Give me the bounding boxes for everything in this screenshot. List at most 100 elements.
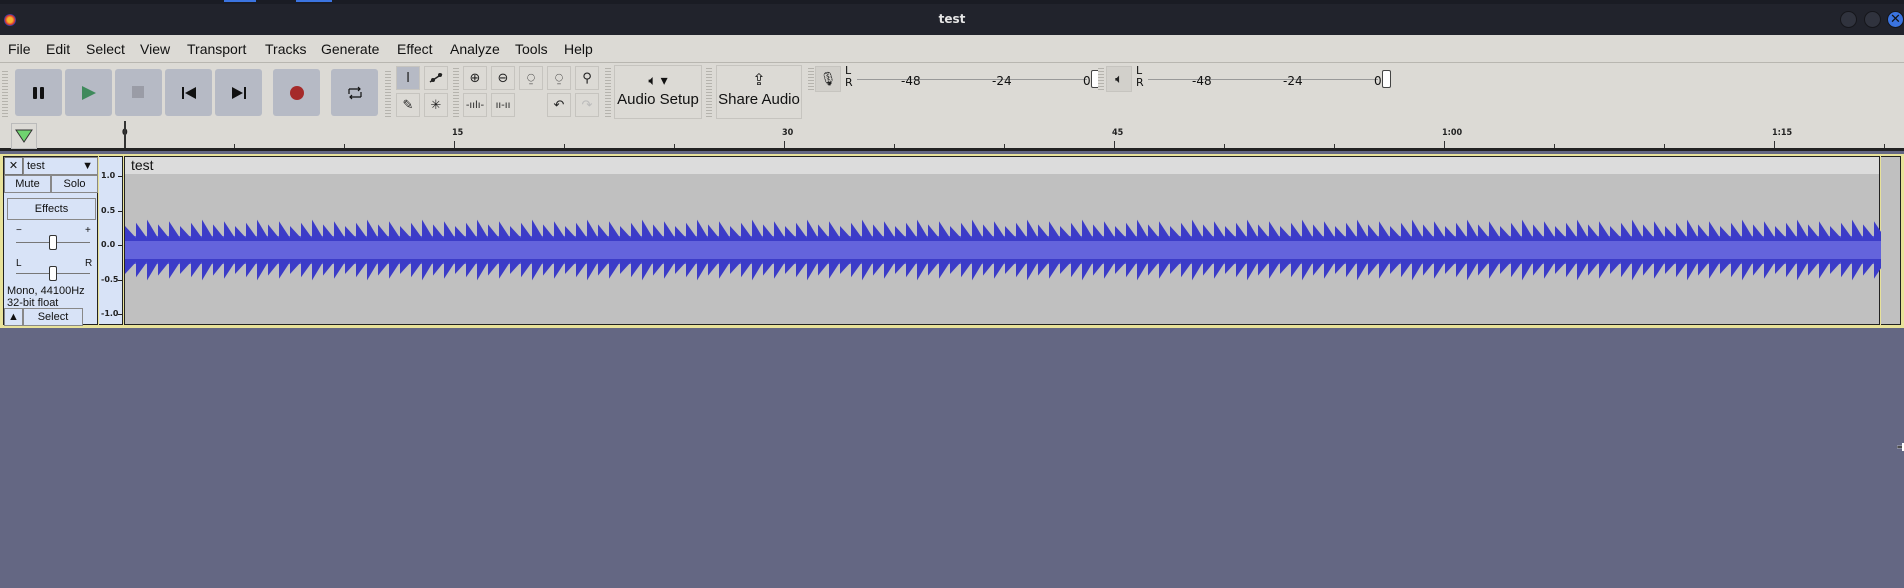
skip-start-icon bbox=[181, 86, 196, 99]
timeline-tick bbox=[454, 141, 455, 148]
redo-button[interactable]: ↷ bbox=[575, 93, 599, 117]
stop-icon bbox=[132, 86, 144, 98]
fit-selection-button[interactable]: ⍜ bbox=[519, 66, 543, 90]
loop-button[interactable] bbox=[331, 69, 378, 116]
timeline-tick bbox=[234, 144, 235, 148]
play-meter-button[interactable]: 🔈︎ bbox=[1106, 66, 1132, 92]
toolbar-grip[interactable] bbox=[453, 66, 459, 118]
solo-button[interactable]: Solo bbox=[51, 175, 98, 193]
vruler-tick bbox=[118, 314, 122, 315]
meter-channels: LR bbox=[1136, 64, 1144, 89]
skip-to-start-button[interactable] bbox=[165, 69, 212, 116]
clip-title-bar[interactable]: test bbox=[125, 157, 1879, 174]
meter-label: 0 bbox=[1374, 74, 1382, 88]
pause-button[interactable] bbox=[15, 69, 62, 116]
selection-tool[interactable]: I bbox=[396, 66, 420, 90]
timeline-tick bbox=[344, 144, 345, 148]
toolbar-grip[interactable] bbox=[2, 69, 8, 117]
zoom-out-button[interactable]: ⊖ bbox=[491, 66, 515, 90]
draw-tool[interactable]: ✎ bbox=[396, 93, 420, 117]
meter-label: 0 bbox=[1083, 74, 1091, 88]
zoom-toggle-icon: ⚲ bbox=[582, 70, 592, 86]
timeline-options-button[interactable] bbox=[11, 123, 37, 149]
timeline-label: 1:15 bbox=[1772, 128, 1793, 138]
trim-audio-button[interactable]: -ıılı- bbox=[463, 93, 487, 117]
menu-select[interactable]: Select bbox=[86, 41, 125, 57]
timeline-tick bbox=[1884, 144, 1885, 148]
timeline-tick bbox=[784, 141, 785, 148]
record-meter-button[interactable]: 🎙︎ bbox=[815, 66, 841, 92]
fit-project-button[interactable]: ⍜ bbox=[547, 66, 571, 90]
menu-effect[interactable]: Effect bbox=[397, 41, 433, 57]
gain-slider[interactable] bbox=[49, 235, 57, 250]
menu-edit[interactable]: Edit bbox=[46, 41, 70, 57]
timeline-tick bbox=[1114, 141, 1115, 148]
menu-file[interactable]: File bbox=[8, 41, 31, 57]
skip-end-icon bbox=[231, 86, 246, 99]
timeline-tick bbox=[1554, 144, 1555, 148]
timeline-tick bbox=[564, 144, 565, 148]
toolbar-grip[interactable] bbox=[706, 66, 712, 118]
mouse-cursor-icon bbox=[1897, 443, 1904, 451]
track-menu-button[interactable]: test ▼ bbox=[23, 157, 98, 175]
title-bar: test ✕ bbox=[0, 4, 1904, 35]
toolbar-grip[interactable] bbox=[605, 66, 611, 118]
pencil-icon: ✎ bbox=[402, 97, 414, 113]
record-button[interactable] bbox=[273, 69, 320, 116]
zoom-in-button[interactable]: ⊕ bbox=[463, 66, 487, 90]
timeline-tick bbox=[1224, 144, 1225, 148]
zoom-toggle-button[interactable]: ⚲ bbox=[575, 66, 599, 90]
toolbar-grip[interactable] bbox=[1098, 66, 1104, 92]
minimize-button[interactable] bbox=[1840, 11, 1857, 28]
timeline-tick bbox=[1334, 144, 1335, 148]
pan-right-label: R bbox=[85, 258, 93, 269]
share-icon: ⇪ bbox=[752, 72, 766, 89]
menu-tools[interactable]: Tools bbox=[515, 41, 548, 57]
undo-icon: ↶ bbox=[553, 97, 565, 113]
mute-button[interactable]: Mute bbox=[4, 175, 51, 193]
audio-clip[interactable]: test bbox=[124, 156, 1881, 325]
meter-label: -24 bbox=[1283, 74, 1303, 88]
stop-button[interactable] bbox=[115, 69, 162, 116]
vruler-tick bbox=[118, 279, 122, 281]
play-button[interactable] bbox=[65, 69, 112, 116]
timeline-label: 1:00 bbox=[1442, 128, 1463, 138]
skip-to-end-button[interactable] bbox=[215, 69, 262, 116]
menu-tracks[interactable]: Tracks bbox=[265, 41, 306, 57]
close-icon: ✕ bbox=[1890, 12, 1901, 27]
effects-button[interactable]: Effects bbox=[7, 198, 96, 220]
pause-icon bbox=[32, 86, 44, 99]
meter-channels: LR bbox=[845, 64, 853, 89]
share-audio-button[interactable]: ⇪ Share Audio bbox=[716, 65, 802, 119]
playback-level-slider[interactable] bbox=[1382, 70, 1391, 88]
loop-icon bbox=[347, 86, 362, 99]
dropdown-arrow-icon: ▼ bbox=[82, 160, 93, 172]
timeline-label: 15 bbox=[452, 128, 464, 138]
select-track-button[interactable]: Select bbox=[23, 308, 83, 326]
redo-icon: ↷ bbox=[581, 97, 593, 113]
record-meter[interactable]: LR -48 -24 0 bbox=[845, 64, 1100, 93]
menu-analyze[interactable]: Analyze bbox=[450, 41, 500, 57]
collapse-track-button[interactable]: ▲ bbox=[4, 308, 23, 326]
menu-generate[interactable]: Generate bbox=[321, 41, 379, 57]
menu-view[interactable]: View bbox=[140, 41, 170, 57]
toolbar-grip[interactable] bbox=[808, 66, 814, 92]
playback-meter[interactable]: LR -48 -24 0 bbox=[1136, 64, 1391, 93]
pan-slider[interactable] bbox=[49, 266, 57, 281]
menu-help[interactable]: Help bbox=[564, 41, 593, 57]
envelope-tool[interactable] bbox=[424, 66, 448, 90]
silence-audio-button[interactable]: ıı-ıı bbox=[491, 93, 515, 117]
undo-button[interactable]: ↶ bbox=[547, 93, 571, 117]
menu-transport[interactable]: Transport bbox=[187, 41, 246, 57]
timeline-ruler[interactable]: 01530451:001:15 bbox=[0, 121, 1904, 151]
toolbar-grip[interactable] bbox=[385, 69, 391, 117]
maximize-button[interactable] bbox=[1864, 11, 1881, 28]
close-button[interactable]: ✕ bbox=[1887, 11, 1904, 28]
waveform[interactable] bbox=[125, 174, 1881, 324]
track-empty-region[interactable] bbox=[1881, 156, 1901, 325]
vertical-ruler[interactable]: 1.0 0.5 0.0 -0.5 -1.0 bbox=[99, 156, 123, 325]
multi-tool[interactable]: ✳ bbox=[424, 93, 448, 117]
track-format-rate: Mono, 44100Hz bbox=[7, 285, 85, 297]
audio-setup-button[interactable]: 🔈︎ ▾ Audio Setup bbox=[614, 65, 702, 119]
close-track-button[interactable]: ✕ bbox=[4, 157, 23, 175]
